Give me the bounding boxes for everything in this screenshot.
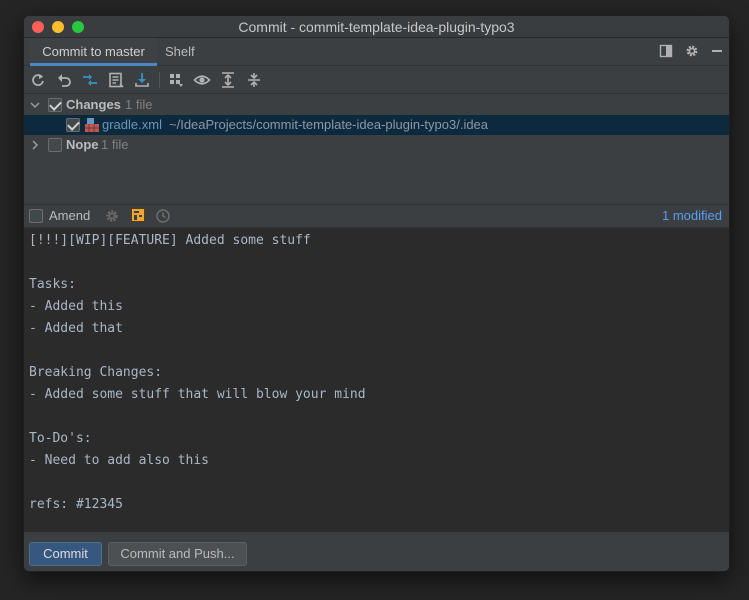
eye-icon[interactable]	[193, 71, 211, 89]
commit-message-text[interactable]: [!!!][WIP][FEATURE] Added some stuff Tas…	[29, 230, 366, 516]
collapse-all-icon[interactable]	[245, 71, 263, 89]
changelist-count: 1 file	[125, 97, 153, 112]
file-row-gradle-xml[interactable]: gradle.xml ~/IdeaProjects/commit-templat…	[24, 115, 729, 135]
message-line	[29, 406, 366, 428]
changelist-label: Nope	[66, 137, 99, 152]
commit-button[interactable]: Commit	[29, 542, 102, 566]
amend-checkbox[interactable]	[29, 209, 43, 223]
rollback-icon[interactable]	[55, 71, 73, 89]
refresh-icon[interactable]	[29, 71, 47, 89]
changelist-nope[interactable]: Nope 1 file	[24, 135, 729, 155]
file-checkbox[interactable]	[66, 118, 80, 132]
amend-label: Amend	[49, 208, 91, 223]
file-name: gradle.xml	[102, 117, 162, 132]
changelist-changes[interactable]: Changes 1 file	[24, 95, 729, 115]
changelist-count: 1 file	[101, 137, 129, 152]
file-path: ~/IdeaProjects/commit-template-idea-plug…	[169, 117, 489, 132]
nope-checkbox[interactable]	[48, 138, 62, 152]
layout-icon[interactable]	[658, 44, 674, 60]
message-line: - Need to add also this	[29, 453, 210, 468]
title-bar: Commit - commit-template-idea-plugin-typ…	[24, 16, 729, 38]
chevron-down-icon[interactable]	[29, 95, 41, 115]
commit-toolbar	[24, 67, 729, 94]
tab-shelf[interactable]: Shelf	[165, 38, 195, 66]
commit-and-push-button[interactable]: Commit and Push...	[108, 542, 247, 566]
message-line	[29, 472, 366, 494]
toolbar-separator	[159, 72, 160, 88]
message-line: To-Do's:	[29, 431, 92, 446]
commit-message-editor[interactable]: [!!!][WIP][FEATURE] Added some stuff Tas…	[24, 227, 729, 532]
window-title: Commit - commit-template-idea-plugin-typ…	[238, 19, 515, 35]
changes-tree: Changes 1 file gradle.xml ~/IdeaProjects…	[24, 95, 729, 204]
expand-all-icon[interactable]	[219, 71, 237, 89]
message-line: - Added some stuff that will blow your m…	[29, 387, 366, 402]
gear-icon[interactable]	[104, 208, 120, 224]
chevron-right-icon[interactable]	[29, 135, 41, 155]
commit-actions: Commit Commit and Push...	[24, 532, 729, 571]
minimize-icon[interactable]	[709, 44, 725, 60]
commit-message-icon[interactable]	[107, 71, 125, 89]
changelist-label: Changes	[66, 97, 121, 112]
commit-window: Commit - commit-template-idea-plugin-typ…	[23, 15, 730, 572]
message-line: Tasks:	[29, 277, 76, 292]
message-line	[29, 252, 366, 274]
amend-bar: Amend 1 modified	[24, 204, 729, 227]
message-line: - Added that	[29, 321, 123, 336]
clock-icon[interactable]	[155, 208, 171, 224]
message-line: - Added this	[29, 299, 123, 314]
message-line	[29, 340, 366, 362]
diff-icon[interactable]	[81, 71, 99, 89]
update-icon[interactable]	[133, 71, 151, 89]
xml-file-icon	[84, 117, 100, 133]
commit-template-icon[interactable]	[130, 207, 146, 223]
tab-bar: Commit to master Shelf	[24, 38, 729, 66]
tab-commit-to-master[interactable]: Commit to master	[30, 38, 157, 66]
changes-checkbox[interactable]	[48, 98, 62, 112]
message-line: [!!!][WIP][FEATURE] Added some stuff	[29, 233, 311, 248]
modified-count-link[interactable]: 1 modified	[662, 208, 722, 223]
gear-icon[interactable]	[684, 44, 700, 60]
group-by-icon[interactable]	[167, 71, 185, 89]
message-line: Breaking Changes:	[29, 365, 163, 380]
message-line: refs: #12345	[29, 497, 123, 512]
